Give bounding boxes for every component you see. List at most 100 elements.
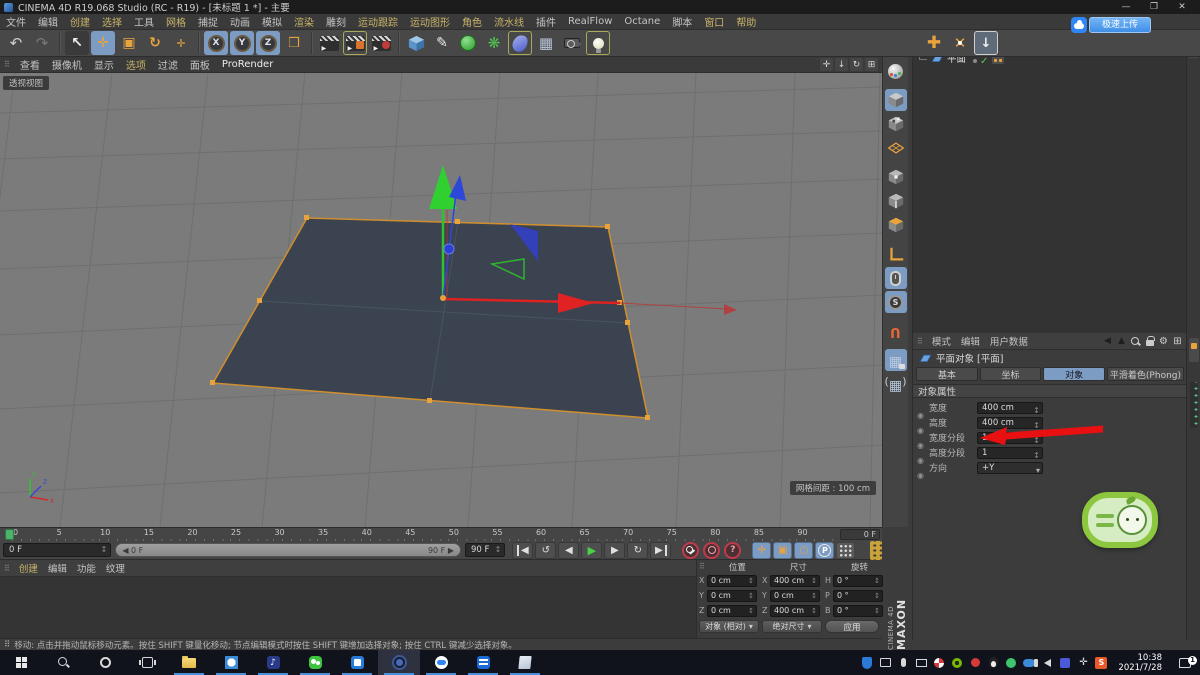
taskbar-wechat[interactable] [294, 650, 336, 675]
material-menu-item[interactable]: 创建 [14, 561, 43, 575]
floor-environment-button[interactable] [534, 31, 558, 55]
gear-icon[interactable] [1157, 335, 1170, 348]
rotation-b-field[interactable]: 0 ° [833, 605, 883, 617]
goto-end-button[interactable]: ▶ [650, 542, 671, 559]
menu-item[interactable]: 编辑 [32, 14, 64, 29]
taskbar-blue-app[interactable] [462, 650, 504, 675]
attribute-tab[interactable]: 对象 [1043, 367, 1105, 381]
toggle-view-icon[interactable]: ⊞ [865, 58, 878, 71]
pen-spline-button[interactable] [430, 31, 454, 55]
current-frame-display[interactable]: 0 F [840, 529, 880, 540]
edges-mode-icon[interactable] [885, 190, 907, 212]
material-menu-item[interactable]: 编辑 [43, 561, 72, 575]
animation-toggle-icon[interactable] [917, 403, 926, 412]
points-mode-icon[interactable] [885, 166, 907, 188]
menu-item[interactable]: 帮助 [730, 14, 762, 29]
menu-item[interactable]: RealFlow [562, 16, 618, 27]
x-axis-lock-button[interactable]: X [204, 31, 228, 55]
menu-item[interactable]: Octane [618, 16, 666, 27]
material-menu-item[interactable]: 功能 [72, 561, 101, 575]
viewport-menu-item[interactable]: 显示 [88, 57, 120, 72]
tray-security-icon[interactable] [860, 655, 875, 671]
dock-tab-strip[interactable] [1190, 382, 1198, 428]
camera-button[interactable] [560, 31, 584, 55]
tray-monitor-icon[interactable] [914, 655, 929, 671]
panel-handle-icon[interactable]: ⠿ [697, 562, 707, 571]
add-palette-button[interactable] [922, 31, 946, 55]
snap-magnet-icon[interactable]: U [885, 320, 907, 342]
polygons-mode-icon[interactable] [885, 214, 907, 236]
download-arrow-button[interactable] [974, 31, 998, 55]
goto-start-button[interactable]: ◀ [512, 542, 533, 559]
task-view-button[interactable] [126, 650, 168, 675]
tray-green-icon[interactable] [1004, 655, 1019, 671]
menu-item[interactable]: 模拟 [256, 14, 288, 29]
position-x-field[interactable]: 0 cm [707, 575, 757, 587]
panel-handle-icon[interactable]: ⠿ [913, 337, 927, 346]
notification-center-button[interactable]: 1 [1170, 658, 1200, 668]
taskbar-file-explorer[interactable] [168, 650, 210, 675]
material-menu-item[interactable]: 纹理 [101, 561, 130, 575]
play-button[interactable]: ▶ [581, 542, 602, 559]
timeline-playhead[interactable] [5, 529, 14, 540]
object-manager-tree[interactable]: 平面 [913, 47, 1186, 333]
keyframe-selection-button[interactable] [724, 542, 741, 559]
rotation-h-field[interactable]: 0 ° [833, 575, 883, 587]
tray-nvidia-icon[interactable] [950, 655, 965, 671]
position-z-field[interactable]: 0 cm [707, 605, 757, 617]
key-scale-toggle[interactable]: ▣ [773, 542, 792, 559]
taskbar-clock[interactable]: 10:38 2021/7/28 [1110, 653, 1170, 673]
position-y-field[interactable]: 0 cm [707, 590, 757, 602]
autokey-button[interactable] [703, 542, 720, 559]
search-icon[interactable] [1129, 335, 1142, 348]
spinner-icon[interactable] [101, 545, 108, 555]
scale-tool[interactable] [117, 31, 141, 55]
field-input[interactable]: 1 [977, 447, 1043, 459]
coordinate-system-button[interactable] [282, 31, 306, 55]
panel-handle-icon[interactable]: ⠿ [0, 564, 14, 573]
attribute-menu-item[interactable]: 编辑 [956, 334, 985, 348]
rotate-view-icon[interactable]: ↻ [850, 58, 863, 71]
key-position-toggle[interactable]: ✛ [752, 542, 771, 559]
maximize-button[interactable] [1140, 1, 1168, 14]
play-backwards-button[interactable]: ↺ [535, 542, 556, 559]
menu-item[interactable]: 工具 [128, 14, 160, 29]
field-input[interactable]: +Y [977, 462, 1043, 474]
menu-item[interactable]: 网格 [160, 14, 192, 29]
menu-item[interactable]: 脚本 [666, 14, 698, 29]
viewport-canvas[interactable]: Y X Z 透视视图 网格间距 : 100 cm [0, 73, 882, 527]
previous-frame-button[interactable]: ◀ [558, 542, 579, 559]
attribute-tab[interactable]: 基本 [916, 367, 978, 381]
timeline-window-icon[interactable] [870, 541, 882, 560]
netdisk-cloud-icon[interactable] [1071, 17, 1087, 33]
cortana-button[interactable] [84, 650, 126, 675]
lock-workplane-icon[interactable] [885, 349, 907, 371]
render-settings-button[interactable] [369, 31, 393, 55]
close-button[interactable] [1168, 1, 1196, 14]
menu-item[interactable]: 渲染 [288, 14, 320, 29]
next-frame-button[interactable]: ▶ [604, 542, 625, 559]
viewport-menu-item[interactable]: 过滤 [152, 57, 184, 72]
record-keyframe-button[interactable] [682, 542, 699, 559]
menu-item[interactable]: 选择 [96, 14, 128, 29]
key-rotation-toggle[interactable]: ○ [794, 542, 813, 559]
tray-app-icon[interactable] [1058, 655, 1073, 671]
key-pla-toggle[interactable] [836, 542, 855, 559]
taskbar-notes-app[interactable] [504, 650, 546, 675]
timeline-ruler[interactable]: 051015202530354045505560657075808590 0 F [0, 527, 882, 541]
render-view-button[interactable] [317, 31, 341, 55]
deformer-button[interactable] [508, 31, 532, 55]
pan-view-icon[interactable]: ✛ [820, 58, 833, 71]
frame-range-slider[interactable]: ◀ 0 F 90 F ▶ [115, 543, 461, 557]
viewport-solo-icon[interactable] [885, 267, 907, 289]
minimize-button[interactable] [1112, 1, 1140, 14]
taskbar-netdisk[interactable] [420, 650, 462, 675]
field-input[interactable]: 400 cm [977, 417, 1043, 429]
snap-settings-icon[interactable]: S [885, 291, 907, 313]
upload-button[interactable]: 极速上传 [1089, 17, 1151, 33]
tray-record-icon[interactable] [968, 655, 983, 671]
taskbar-music-app[interactable]: ♪ [252, 650, 294, 675]
tray-volume-icon[interactable] [1040, 655, 1055, 671]
viewport-menu-item[interactable]: ProRender [216, 59, 279, 70]
field-input[interactable]: 400 cm [977, 402, 1043, 414]
